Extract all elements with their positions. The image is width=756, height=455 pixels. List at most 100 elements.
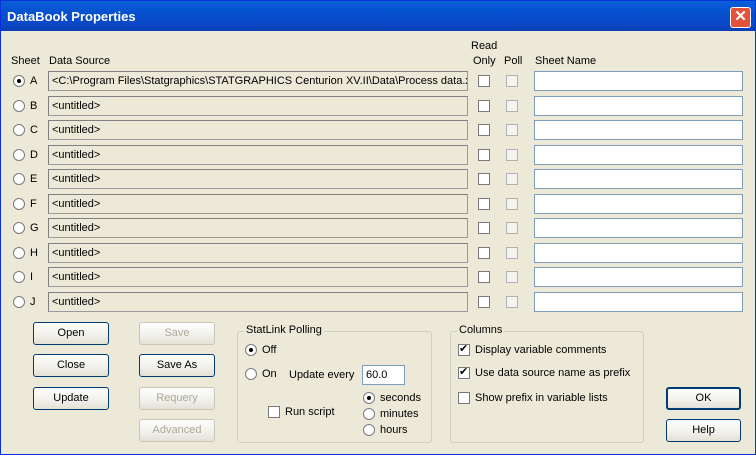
- minutes-radio[interactable]: [363, 408, 375, 420]
- seconds-radio[interactable]: [363, 392, 375, 404]
- statlink-off-label: Off: [262, 344, 277, 356]
- sheet-letter: J: [30, 296, 36, 308]
- sheet-letter: A: [30, 75, 38, 87]
- sheet-name-input[interactable]: [534, 243, 743, 263]
- show-prefix-checkbox[interactable]: [458, 392, 470, 404]
- data-source-field: <untitled>: [48, 218, 468, 238]
- data-source-field: <untitled>: [48, 292, 468, 312]
- columns-title: Columns: [457, 324, 505, 336]
- poll-checkbox[interactable]: [506, 100, 518, 112]
- sheet-letter: E: [30, 173, 38, 185]
- sheet-column-header: Sheet: [11, 55, 40, 67]
- poll-checkbox[interactable]: [506, 75, 518, 87]
- statlink-polling-title: StatLink Polling: [244, 324, 324, 336]
- poll-checkbox[interactable]: [506, 271, 518, 283]
- poll-checkbox[interactable]: [506, 296, 518, 308]
- sheet-name-input[interactable]: [534, 71, 743, 91]
- statlink-on-label: On: [262, 368, 277, 380]
- poll-checkbox[interactable]: [506, 124, 518, 136]
- use-prefix-checkbox[interactable]: [458, 365, 470, 379]
- requery-button[interactable]: Requery: [139, 387, 215, 410]
- minutes-label: minutes: [380, 408, 419, 420]
- sheet-select-radio[interactable]: [13, 124, 25, 136]
- sheet-select-radio[interactable]: [13, 271, 25, 283]
- sheet-name-input[interactable]: [534, 218, 743, 238]
- read-only-column-header-top: Read: [471, 40, 498, 52]
- use-prefix-label: Use data source name as prefix: [475, 367, 631, 379]
- seconds-label: seconds: [380, 392, 421, 404]
- display-comments-checkbox[interactable]: [458, 342, 470, 356]
- data-source-field: <untitled>: [48, 96, 468, 116]
- read-only-checkbox[interactable]: [478, 271, 490, 283]
- close-button[interactable]: Close: [33, 354, 109, 377]
- sheet-letter: D: [30, 149, 38, 161]
- databook-properties-dialog: DataBook Properties ✕ Sheet Data Source …: [0, 0, 756, 455]
- update-interval-input[interactable]: 60.0: [362, 365, 405, 385]
- data-source-field: <untitled>: [48, 267, 468, 287]
- sheet-select-radio[interactable]: [13, 75, 25, 87]
- display-comments-label: Display variable comments: [475, 344, 607, 356]
- update-every-label: Update every: [289, 369, 355, 381]
- sheet-select-radio[interactable]: [13, 247, 25, 259]
- sheet-name-input[interactable]: [534, 96, 743, 116]
- help-button[interactable]: Help: [666, 419, 741, 442]
- data-source-field: <untitled>: [48, 243, 468, 263]
- poll-column-header: Poll: [504, 55, 523, 67]
- sheet-select-radio[interactable]: [13, 173, 25, 185]
- read-only-checkbox[interactable]: [478, 173, 490, 185]
- run-script-checkbox[interactable]: [268, 406, 280, 418]
- read-only-checkbox[interactable]: [478, 124, 490, 136]
- read-only-checkbox[interactable]: [478, 149, 490, 161]
- data-source-field: <untitled>: [48, 194, 468, 214]
- save-as-button[interactable]: Save As: [139, 354, 215, 377]
- sheet-name-input[interactable]: [534, 145, 743, 165]
- save-button[interactable]: Save: [139, 322, 215, 345]
- sheet-letter: H: [30, 247, 38, 259]
- sheet-select-radio[interactable]: [13, 296, 25, 308]
- sheet-letter: G: [30, 222, 39, 234]
- sheet-letter: F: [30, 198, 37, 210]
- read-only-checkbox[interactable]: [478, 247, 490, 259]
- run-script-label: Run script: [285, 406, 335, 418]
- read-only-checkbox[interactable]: [478, 296, 490, 308]
- sheet-name-input[interactable]: [534, 194, 743, 214]
- open-button[interactable]: Open: [33, 322, 109, 345]
- advanced-button[interactable]: Advanced: [139, 419, 215, 442]
- sheet-letter: C: [30, 124, 38, 136]
- statlink-on-radio[interactable]: [245, 368, 257, 380]
- sheet-select-radio[interactable]: [13, 222, 25, 234]
- title-bar[interactable]: DataBook Properties ✕: [1, 1, 755, 31]
- statlink-off-radio[interactable]: [245, 344, 257, 356]
- data-source-field: <untitled>: [48, 169, 468, 189]
- poll-checkbox[interactable]: [506, 222, 518, 234]
- read-only-column-header-bottom: Only: [473, 55, 496, 67]
- data-source-field: <untitled>: [48, 120, 468, 140]
- poll-checkbox[interactable]: [506, 173, 518, 185]
- poll-checkbox[interactable]: [506, 149, 518, 161]
- poll-checkbox[interactable]: [506, 247, 518, 259]
- ok-button[interactable]: OK: [666, 387, 741, 410]
- hours-radio[interactable]: [363, 424, 375, 436]
- read-only-checkbox[interactable]: [478, 100, 490, 112]
- data-source-field: <C:\Program Files\Statgraphics\STATGRAPH…: [48, 71, 468, 91]
- sheet-letter: B: [30, 100, 38, 112]
- sheet-name-input[interactable]: [534, 292, 743, 312]
- sheet-name-input[interactable]: [534, 267, 743, 287]
- poll-checkbox[interactable]: [506, 198, 518, 210]
- data-source-column-header: Data Source: [49, 55, 111, 67]
- read-only-checkbox[interactable]: [478, 222, 490, 234]
- sheet-name-input[interactable]: [534, 120, 743, 140]
- hours-label: hours: [380, 424, 408, 436]
- sheet-name-column-header: Sheet Name: [535, 55, 597, 67]
- sheet-letter: I: [30, 271, 34, 283]
- sheet-select-radio[interactable]: [13, 198, 25, 210]
- sheet-select-radio[interactable]: [13, 100, 25, 112]
- sheet-name-input[interactable]: [534, 169, 743, 189]
- update-button[interactable]: Update: [33, 387, 109, 410]
- show-prefix-label: Show prefix in variable lists: [475, 392, 608, 404]
- data-source-field: <untitled>: [48, 145, 468, 165]
- read-only-checkbox[interactable]: [478, 75, 490, 87]
- sheet-select-radio[interactable]: [13, 149, 25, 161]
- close-icon[interactable]: ✕: [730, 7, 751, 28]
- read-only-checkbox[interactable]: [478, 198, 490, 210]
